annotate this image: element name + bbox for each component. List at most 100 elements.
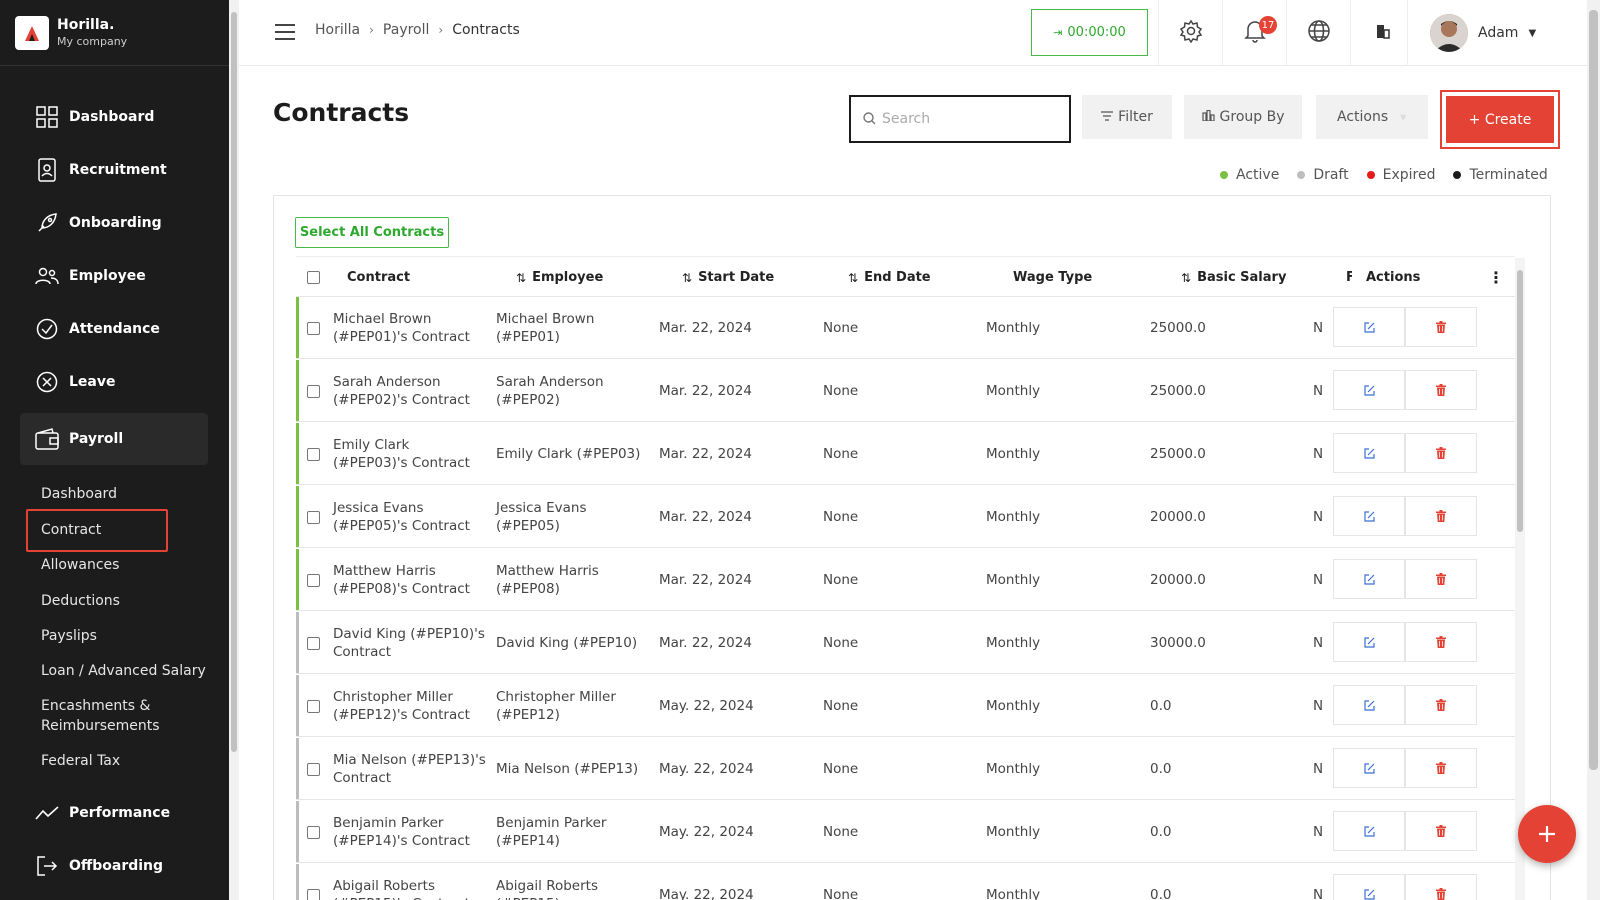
cell-contract: Jessica Evans (#PEP05)'s Contract <box>333 486 493 548</box>
delete-button[interactable] <box>1405 685 1477 725</box>
table-row[interactable]: Emily Clark (#PEP03)'s Contract Emily Clar… <box>296 423 1515 485</box>
delete-button[interactable] <box>1405 370 1477 410</box>
column-truncated[interactable]: F <box>1346 257 1352 298</box>
column-label: Start Date <box>698 270 775 285</box>
select-all-checkbox[interactable] <box>307 271 320 284</box>
filter-button[interactable]: Filter <box>1082 95 1172 139</box>
row-checkbox[interactable] <box>307 699 320 713</box>
legend-draft[interactable]: Draft <box>1297 167 1349 183</box>
row-checkbox[interactable] <box>307 447 320 461</box>
sidebar-item-recruitment[interactable]: Recruitment <box>20 144 208 196</box>
sidebar-item-onboarding[interactable]: Onboarding <box>20 197 208 249</box>
group-by-button[interactable]: Group By <box>1184 95 1302 139</box>
floating-add-button[interactable] <box>1518 805 1576 863</box>
edit-button[interactable] <box>1333 748 1405 788</box>
sidebar-item-offboarding[interactable]: Offboarding <box>20 840 208 892</box>
page-scrollbar-thumb[interactable] <box>1589 10 1598 770</box>
column-options-icon[interactable]: ⋮ <box>1488 257 1504 298</box>
column-start-date[interactable]: ⇅ Start Date <box>682 257 774 298</box>
create-button[interactable]: + Create <box>1446 96 1554 143</box>
search-input[interactable] <box>882 111 1052 127</box>
row-checkbox[interactable] <box>307 825 320 839</box>
sidebar-item-employee[interactable]: Employee <box>20 250 208 302</box>
row-checkbox[interactable] <box>307 321 320 335</box>
sidebar-sub-encashments[interactable]: Encashments & Reimbursements <box>41 696 160 736</box>
delete-button[interactable] <box>1405 874 1477 900</box>
search-box[interactable] <box>849 95 1071 143</box>
table-row[interactable]: Mia Nelson (#PEP13)'s Contract Mia Nelson … <box>296 738 1515 800</box>
cell-truncated: N <box>1313 887 1324 900</box>
sidebar-sub-federal-tax[interactable]: Federal Tax <box>41 751 120 771</box>
sidebar-item-dashboard[interactable]: Dashboard <box>20 91 208 143</box>
sidebar-scrollbar-thumb[interactable] <box>231 12 237 752</box>
menu-toggle-icon[interactable] <box>275 24 295 40</box>
check-in-timer-button[interactable]: ⇥ 00:00:00 <box>1031 9 1148 56</box>
user-menu[interactable]: Adam ▼ <box>1407 0 1587 66</box>
breadcrumb-horilla[interactable]: Horilla <box>315 22 360 38</box>
edit-button[interactable] <box>1333 559 1405 599</box>
column-contract[interactable]: Contract <box>347 257 410 298</box>
settings-button[interactable] <box>1158 0 1222 66</box>
legend-expired[interactable]: Expired <box>1366 167 1435 183</box>
delete-button[interactable] <box>1405 433 1477 473</box>
column-basic-salary[interactable]: ⇅ Basic Salary <box>1181 257 1286 298</box>
sidebar-sub-loan[interactable]: Loan / Advanced Salary <box>41 661 206 681</box>
row-checkbox[interactable] <box>307 636 320 650</box>
select-all-contracts-button[interactable]: Select All Contracts <box>295 217 449 248</box>
edit-button[interactable] <box>1333 496 1405 536</box>
sidebar-sub-deductions[interactable]: Deductions <box>41 591 120 611</box>
edit-button[interactable] <box>1333 685 1405 725</box>
legend-terminated[interactable]: Terminated <box>1453 167 1548 183</box>
sidebar-item-leave[interactable]: Leave <box>20 356 208 408</box>
sidebar-sub-dashboard[interactable]: Dashboard <box>41 484 117 504</box>
language-button[interactable] <box>1286 0 1350 66</box>
edit-button[interactable] <box>1333 307 1405 347</box>
sidebar-item-performance[interactable]: Performance <box>20 787 208 839</box>
table-scrollbar-thumb[interactable] <box>1517 270 1523 532</box>
table-row[interactable]: Sarah Anderson (#PEP02)'s Contract Sarah A… <box>296 360 1515 422</box>
actions-dropdown-button[interactable]: Actions ▼ <box>1316 95 1428 139</box>
company-switch-button[interactable] <box>1350 0 1414 66</box>
edit-button[interactable] <box>1333 874 1405 900</box>
row-checkbox[interactable] <box>307 384 320 398</box>
table-row[interactable]: Matthew Harris (#PEP08)'s Contract Matthew… <box>296 549 1515 611</box>
rocket-icon <box>35 211 59 235</box>
cell-contract: Christopher Miller (#PEP12)'s Contract <box>333 675 493 737</box>
notifications-button[interactable]: 17 <box>1222 0 1286 66</box>
cell-end-date: None <box>823 446 859 462</box>
legend-active[interactable]: Active <box>1220 167 1279 183</box>
table-row[interactable]: David King (#PEP10)'s Contract David King … <box>296 612 1515 674</box>
row-checkbox[interactable] <box>307 573 320 587</box>
caret-down-icon: ▼ <box>1528 27 1537 39</box>
edit-button[interactable] <box>1333 433 1405 473</box>
delete-button[interactable] <box>1405 811 1477 851</box>
column-employee[interactable]: ⇅ Employee <box>516 257 603 298</box>
row-checkbox[interactable] <box>307 888 320 900</box>
column-end-date[interactable]: ⇅ End Date <box>848 257 931 298</box>
sidebar-item-payroll[interactable]: Payroll <box>20 413 208 465</box>
sidebar-sub-allowances[interactable]: Allowances <box>41 555 119 575</box>
cell-line: (#PEP03)'s Contract <box>333 455 470 471</box>
edit-button[interactable] <box>1333 622 1405 662</box>
brand[interactable]: Horilla. My company <box>0 0 229 66</box>
header-select-checkbox-cell <box>307 257 320 298</box>
row-checkbox[interactable] <box>307 762 320 776</box>
delete-button[interactable] <box>1405 559 1477 599</box>
table-row[interactable]: Abigail Roberts(#PEP15)'s ContractAbigai… <box>296 864 1515 900</box>
table-row[interactable]: Christopher Miller (#PEP12)'s Contract Chr… <box>296 675 1515 737</box>
delete-button[interactable] <box>1405 307 1477 347</box>
sidebar-sub-contract[interactable]: Contract <box>41 520 101 540</box>
column-wage-type[interactable]: Wage Type <box>1013 257 1092 298</box>
table-row[interactable]: Benjamin Parker (#PEP14)'s Contract Benjam… <box>296 801 1515 863</box>
row-checkbox[interactable] <box>307 510 320 524</box>
edit-button[interactable] <box>1333 811 1405 851</box>
table-row[interactable]: Jessica Evans (#PEP05)'s Contract Jessica … <box>296 486 1515 548</box>
delete-button[interactable] <box>1405 622 1477 662</box>
edit-button[interactable] <box>1333 370 1405 410</box>
sidebar-sub-payslips[interactable]: Payslips <box>41 626 97 646</box>
delete-button[interactable] <box>1405 496 1477 536</box>
sidebar-item-attendance[interactable]: Attendance <box>20 303 208 355</box>
delete-button[interactable] <box>1405 748 1477 788</box>
table-row[interactable]: Michael Brown (#PEP01)'s Contract Michael … <box>296 297 1515 359</box>
breadcrumb-payroll[interactable]: Payroll <box>383 22 429 38</box>
